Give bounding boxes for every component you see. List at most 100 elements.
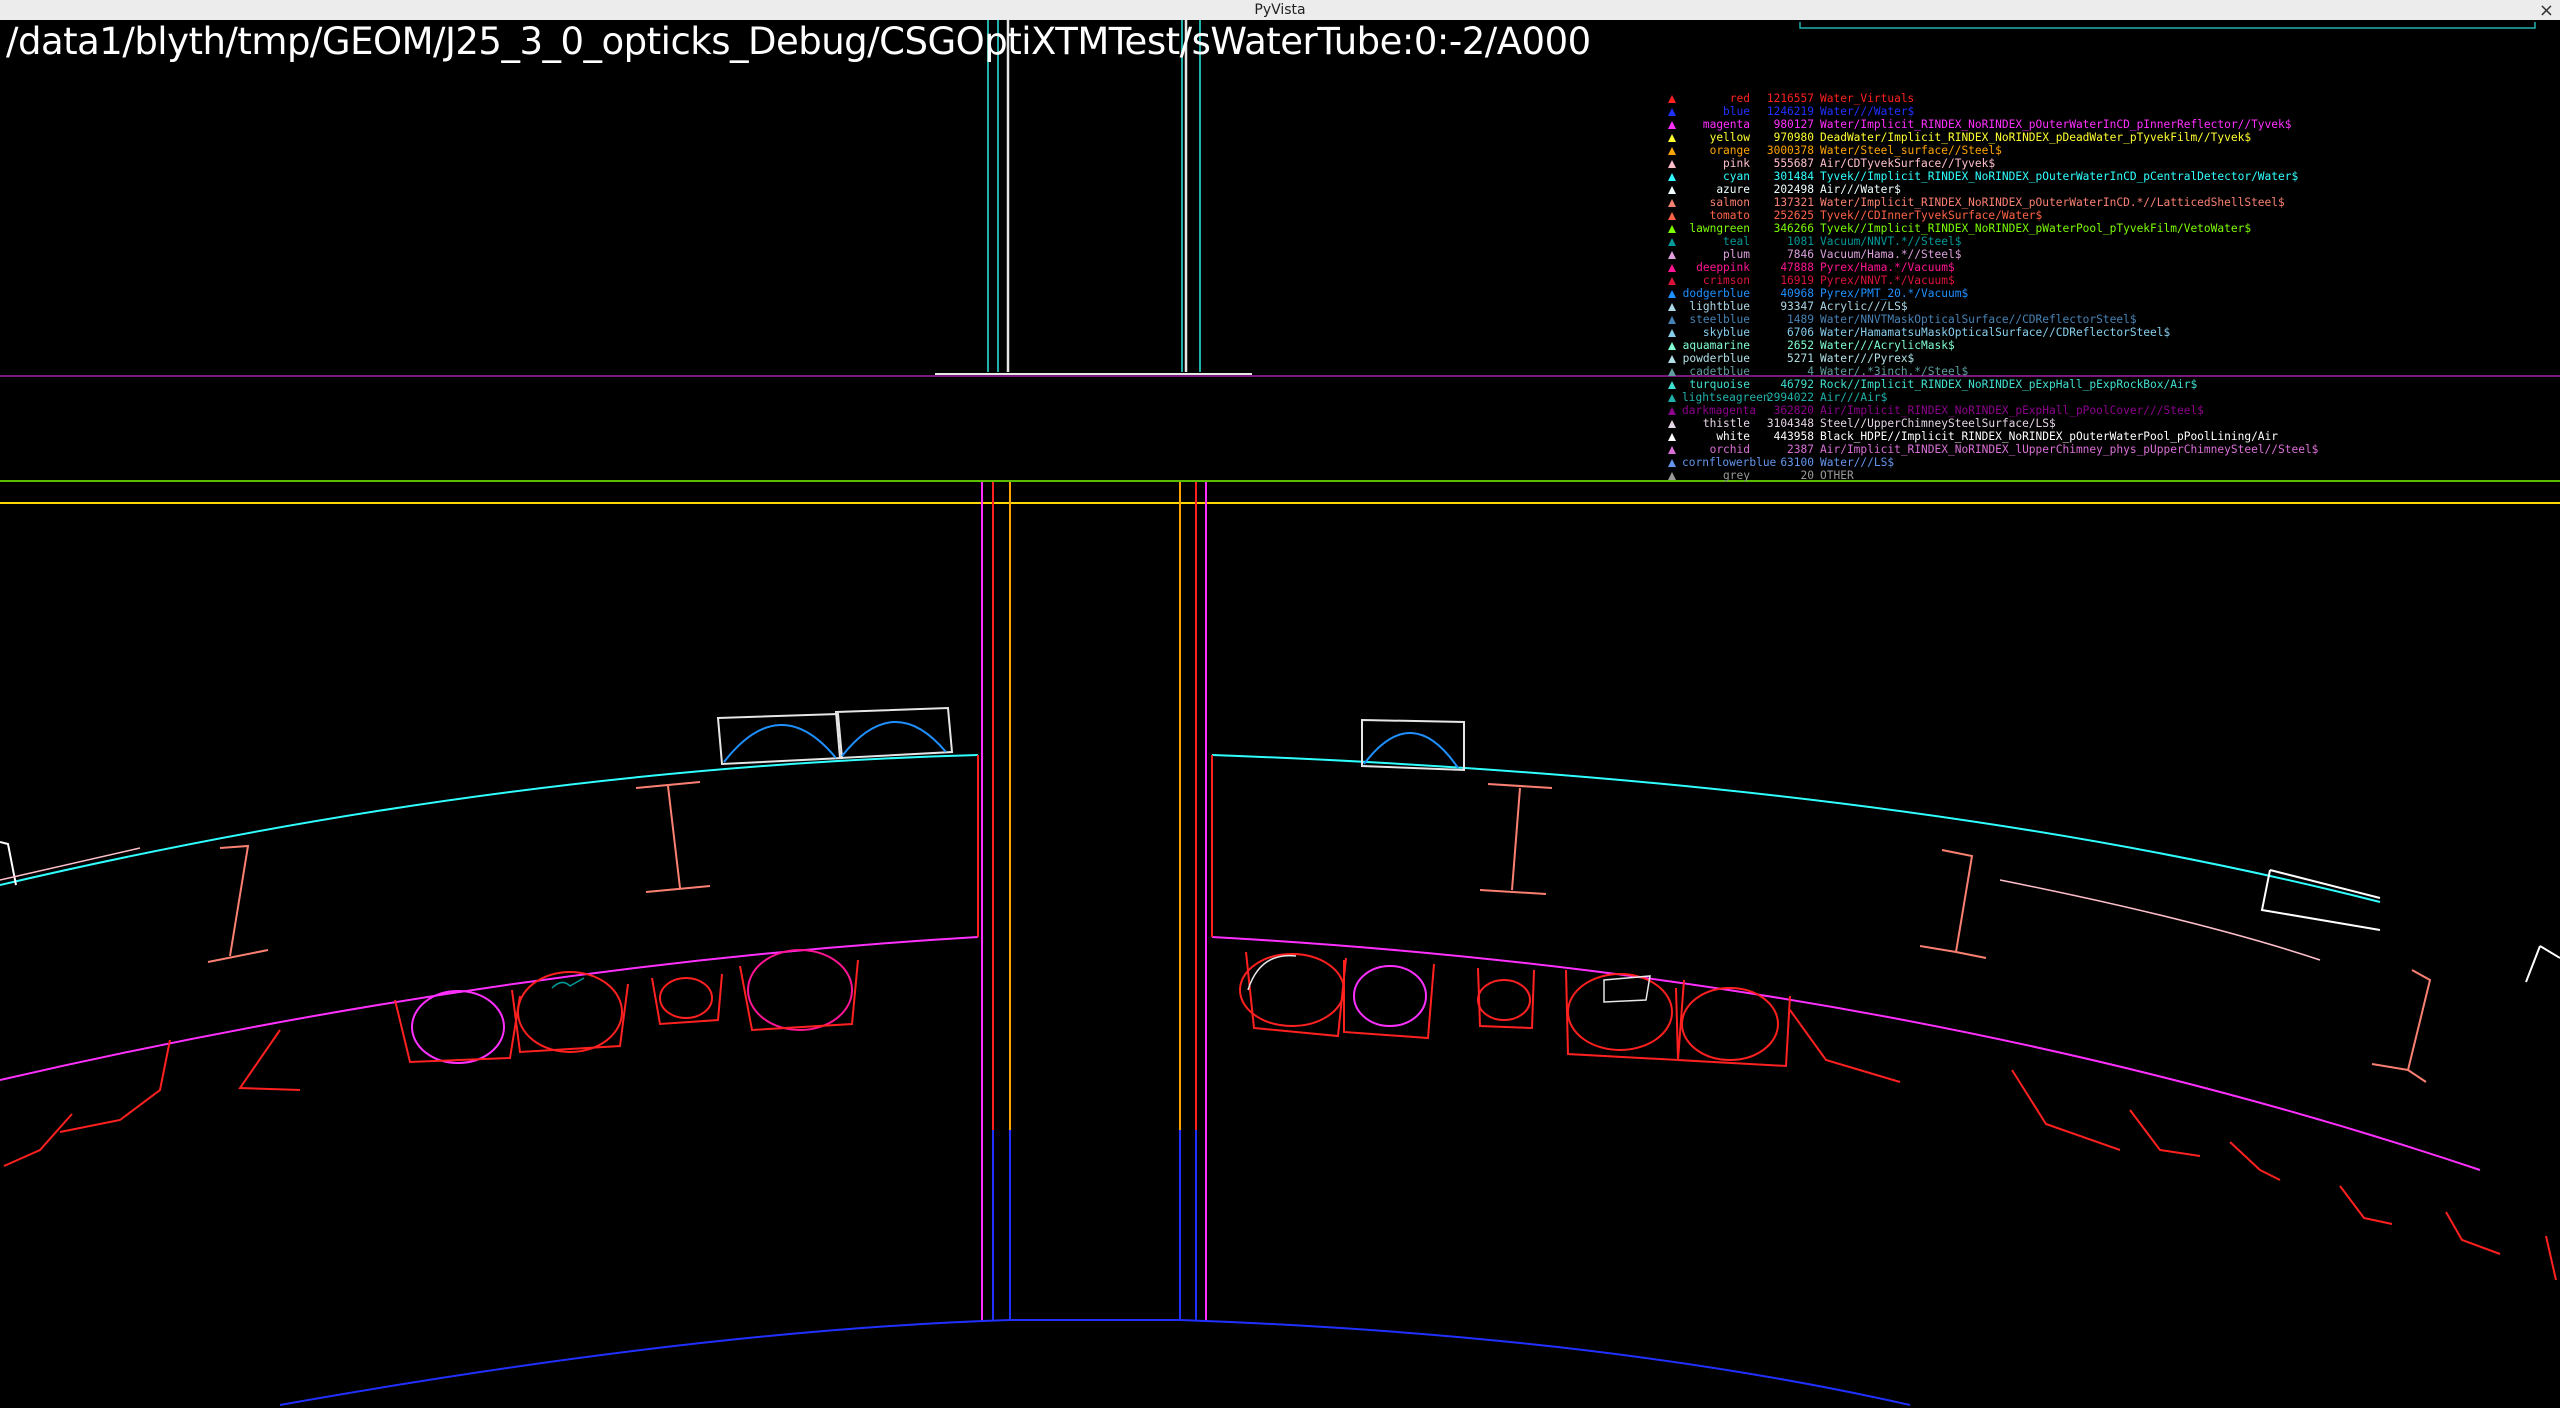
legend-label: Water/.*3inch.*/Steel$ (1820, 365, 1969, 378)
legend-label: Water/Implicit_RINDEX_NoRINDEX_pOuterWat… (1820, 196, 2285, 209)
legend-color-name: cyan (1723, 170, 1750, 183)
legend-count: 362820 (1773, 404, 1814, 417)
triangle-icon (1668, 277, 1676, 285)
legend-row: lightblue 93347 Acrylic///LS$ (1668, 300, 2318, 313)
triangle-icon (1668, 433, 1676, 441)
legend-row: azure 202498 Air///Water$ (1668, 183, 2318, 196)
window-titlebar: PyVista × (0, 0, 2560, 21)
legend-color-name: lightseagreen (1682, 391, 1770, 404)
legend-color-name: deeppink (1696, 261, 1750, 274)
legend-count: 2387 (1787, 443, 1814, 456)
triangle-icon (1668, 160, 1676, 168)
legend-count: 301484 (1773, 170, 1814, 183)
legend-label: Air/Implicit_RINDEX_NoRINDEX_pExpHall_pP… (1820, 404, 2204, 417)
legend-label: DeadWater/Implicit_RINDEX_NoRINDEX_pDead… (1820, 131, 2252, 144)
triangle-icon (1668, 420, 1676, 428)
legend-count: 46792 (1780, 378, 1814, 391)
triangle-icon (1668, 459, 1676, 467)
triangle-icon (1668, 407, 1676, 415)
window-title: PyVista (1254, 2, 1306, 18)
legend-row: cornflowerblue 63100 Water///LS$ (1668, 456, 2318, 469)
legend-count: 5271 (1787, 352, 1814, 365)
legend-row: yellow 970980 DeadWater/Implicit_RINDEX_No… (1668, 131, 2318, 144)
legend-label: Rock//Implicit_RINDEX_NoRINDEX_pExpHall_… (1820, 378, 2198, 391)
legend-color-name: thistle (1702, 417, 1750, 430)
legend-label: Pyrex/Hama.*/Vacuum$ (1820, 261, 1955, 274)
triangle-icon (1668, 251, 1676, 259)
geometry-path-label: /data1/blyth/tmp/GEOM/J25_3_0_opticks_De… (6, 20, 1591, 63)
triangle-icon (1668, 446, 1676, 454)
legend-count: 40968 (1780, 287, 1814, 300)
legend-label: Black_HDPE//Implicit_RINDEX_NoRINDEX_pOu… (1820, 430, 2279, 443)
legend-row: blue 1246219 Water///Water$ (1668, 105, 2318, 118)
legend-color-name: lawngreen (1689, 222, 1750, 235)
legend-count: 3104348 (1766, 417, 1814, 430)
legend-label: Water/NNVTMaskOpticalSurface//CDReflecto… (1820, 313, 2137, 326)
triangle-icon (1668, 225, 1676, 233)
legend-count: 980127 (1773, 118, 1814, 131)
legend-label: Water/Steel_surface//Steel$ (1820, 144, 2002, 157)
legend-color-name: orchid (1709, 443, 1750, 456)
triangle-icon (1668, 186, 1676, 194)
legend-color-name: powderblue (1682, 352, 1750, 365)
legend-label: Vacuum/NNVT.*//Steel$ (1820, 235, 1962, 248)
legend-label: Steel//UpperChimneySteelSurface/LS$ (1820, 417, 2056, 430)
triangle-icon (1668, 381, 1676, 389)
legend-label: Pyrex/PMT_20.*/Vacuum$ (1820, 287, 1969, 300)
legend-label: Vacuum/Hama.*//Steel$ (1820, 248, 1962, 261)
legend-row: skyblue 6706 Water/HamamatsuMaskOpticalSur… (1668, 326, 2318, 339)
legend-row: pink 555687 Air/CDTyvekSurface//Tyvek$ (1668, 157, 2318, 170)
legend-label: Water///Water$ (1820, 105, 1915, 118)
legend-row: magenta 980127 Water/Implicit_RINDEX_NoRIN… (1668, 118, 2318, 131)
legend-label: Acrylic///LS$ (1820, 300, 1908, 313)
legend-count: 16919 (1780, 274, 1814, 287)
triangle-icon (1668, 472, 1676, 480)
legend-count: 20 (1800, 469, 1814, 482)
legend-label: Water_Virtuals (1820, 92, 1915, 105)
triangle-icon (1668, 368, 1676, 376)
legend-label: OTHER (1820, 469, 1854, 482)
legend-row: darkmagenta 362820 Air/Implicit_RINDEX_NoR… (1668, 404, 2318, 417)
render-viewport[interactable]: /data1/blyth/tmp/GEOM/J25_3_0_opticks_De… (0, 20, 2560, 1408)
legend-color-name: white (1716, 430, 1750, 443)
triangle-icon (1668, 290, 1676, 298)
legend-color-name: skyblue (1702, 326, 1750, 339)
legend-label: Water///LS$ (1820, 456, 1895, 469)
legend-color-name: blue (1723, 105, 1750, 118)
triangle-icon (1668, 147, 1676, 155)
legend-label: Tyvek//Implicit_RINDEX_NoRINDEX_pOuterWa… (1820, 170, 2299, 183)
legend-color-name: red (1729, 92, 1750, 105)
legend-row: steelblue 1489 Water/NNVTMaskOpticalSurfac… (1668, 313, 2318, 326)
legend-count: 2994022 (1766, 391, 1814, 404)
legend-count: 63100 (1780, 456, 1814, 469)
triangle-icon (1668, 134, 1676, 142)
legend-count: 1216557 (1766, 92, 1814, 105)
legend-row: white 443958 Black_HDPE//Implicit_RINDEX_N… (1668, 430, 2318, 443)
legend-color-name: teal (1723, 235, 1750, 248)
legend-row: aquamarine 2652 Water///AcrylicMask$ (1668, 339, 2318, 352)
legend-label: Pyrex/NNVT.*/Vacuum$ (1820, 274, 1955, 287)
legend-row: salmon 137321 Water/Implicit_RINDEX_NoRIND… (1668, 196, 2318, 209)
legend-label: Air///Water$ (1820, 183, 1901, 196)
legend-count: 137321 (1773, 196, 1814, 209)
legend-count: 2652 (1787, 339, 1814, 352)
legend-count: 970980 (1773, 131, 1814, 144)
close-icon[interactable]: × (2539, 0, 2554, 21)
legend-row: cyan 301484 Tyvek//Implicit_RINDEX_NoRINDE… (1668, 170, 2318, 183)
legend-label: Tyvek//Implicit_RINDEX_NoRINDEX_pWaterPo… (1820, 222, 2252, 235)
legend-color-name: magenta (1702, 118, 1750, 131)
legend-count: 252625 (1773, 209, 1814, 222)
legend-count: 7846 (1787, 248, 1814, 261)
triangle-icon (1668, 303, 1676, 311)
triangle-icon (1668, 238, 1676, 246)
legend-color-name: cadetblue (1689, 365, 1750, 378)
legend-color-name: crimson (1702, 274, 1750, 287)
legend-count: 3000378 (1766, 144, 1814, 157)
legend-label: Water/Implicit_RINDEX_NoRINDEX_pOuterWat… (1820, 118, 2292, 131)
legend-color-name: lightblue (1689, 300, 1750, 313)
legend-color-name: dodgerblue (1682, 287, 1750, 300)
legend-row: grey 20 OTHER (1668, 469, 2318, 482)
legend-color-name: plum (1723, 248, 1750, 261)
triangle-icon (1668, 264, 1676, 272)
legend-row: teal 1081 Vacuum/NNVT.*//Steel$ (1668, 235, 2318, 248)
